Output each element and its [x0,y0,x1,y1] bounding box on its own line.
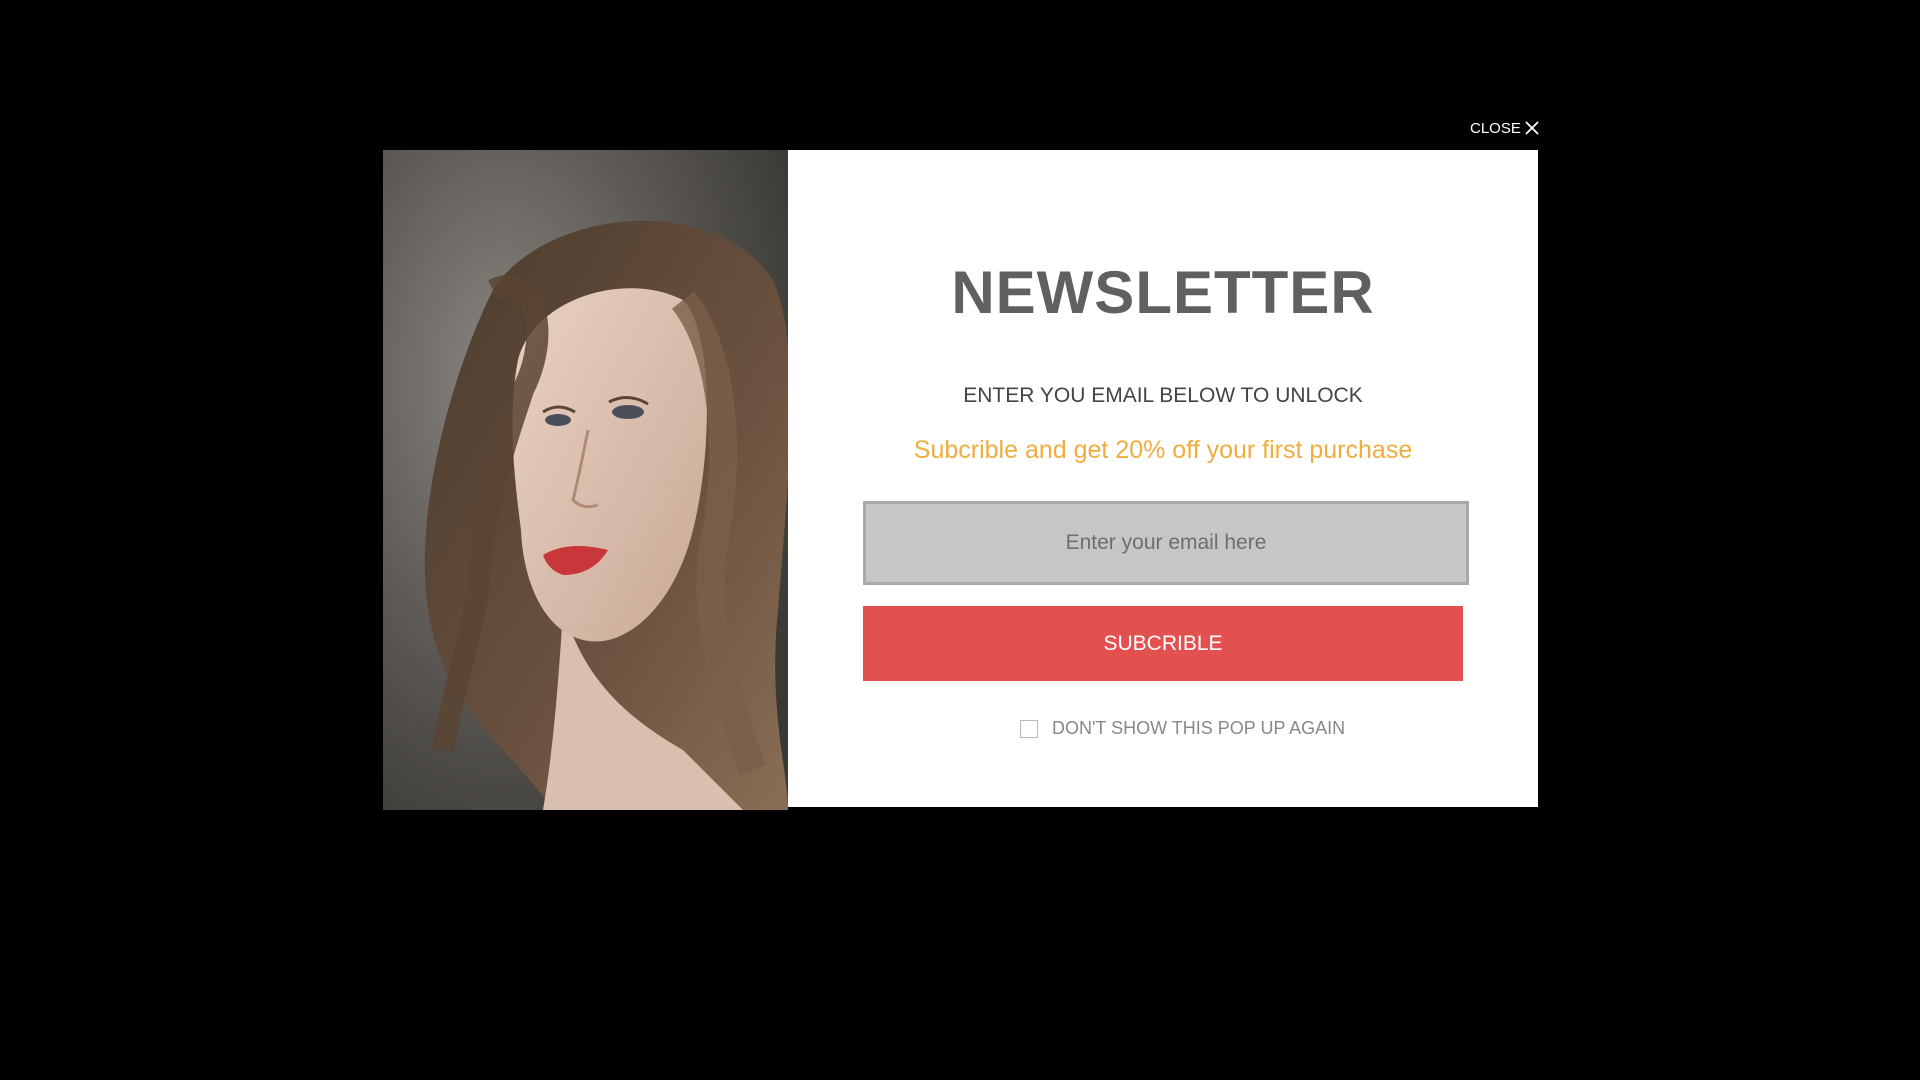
dont-show-option[interactable]: DON'T SHOW THIS POP UP AGAIN [1020,718,1345,739]
dont-show-checkbox[interactable] [1020,719,1038,738]
close-label: CLOSE [1470,119,1521,137]
newsletter-title: NEWSLETTER [951,259,1375,326]
newsletter-panel: NEWSLETTER ENTER YOU EMAIL BELOW TO UNLO… [788,150,1538,807]
close-icon [1525,121,1539,135]
close-button[interactable]: CLOSE [1470,118,1539,138]
portrait-illustration [383,150,788,810]
dont-show-label: DON'T SHOW THIS POP UP AGAIN [1052,718,1346,738]
portrait-photo [383,150,788,810]
newsletter-modal: NEWSLETTER ENTER YOU EMAIL BELOW TO UNLO… [383,150,1538,810]
email-input[interactable] [863,501,1469,585]
subscribe-button[interactable]: SUBCRIBLE [863,606,1463,681]
promo-text: Subcrible and get 20% off your first pur… [913,436,1413,464]
newsletter-subtitle: ENTER YOU EMAIL BELOW TO UNLOCK [963,384,1363,407]
